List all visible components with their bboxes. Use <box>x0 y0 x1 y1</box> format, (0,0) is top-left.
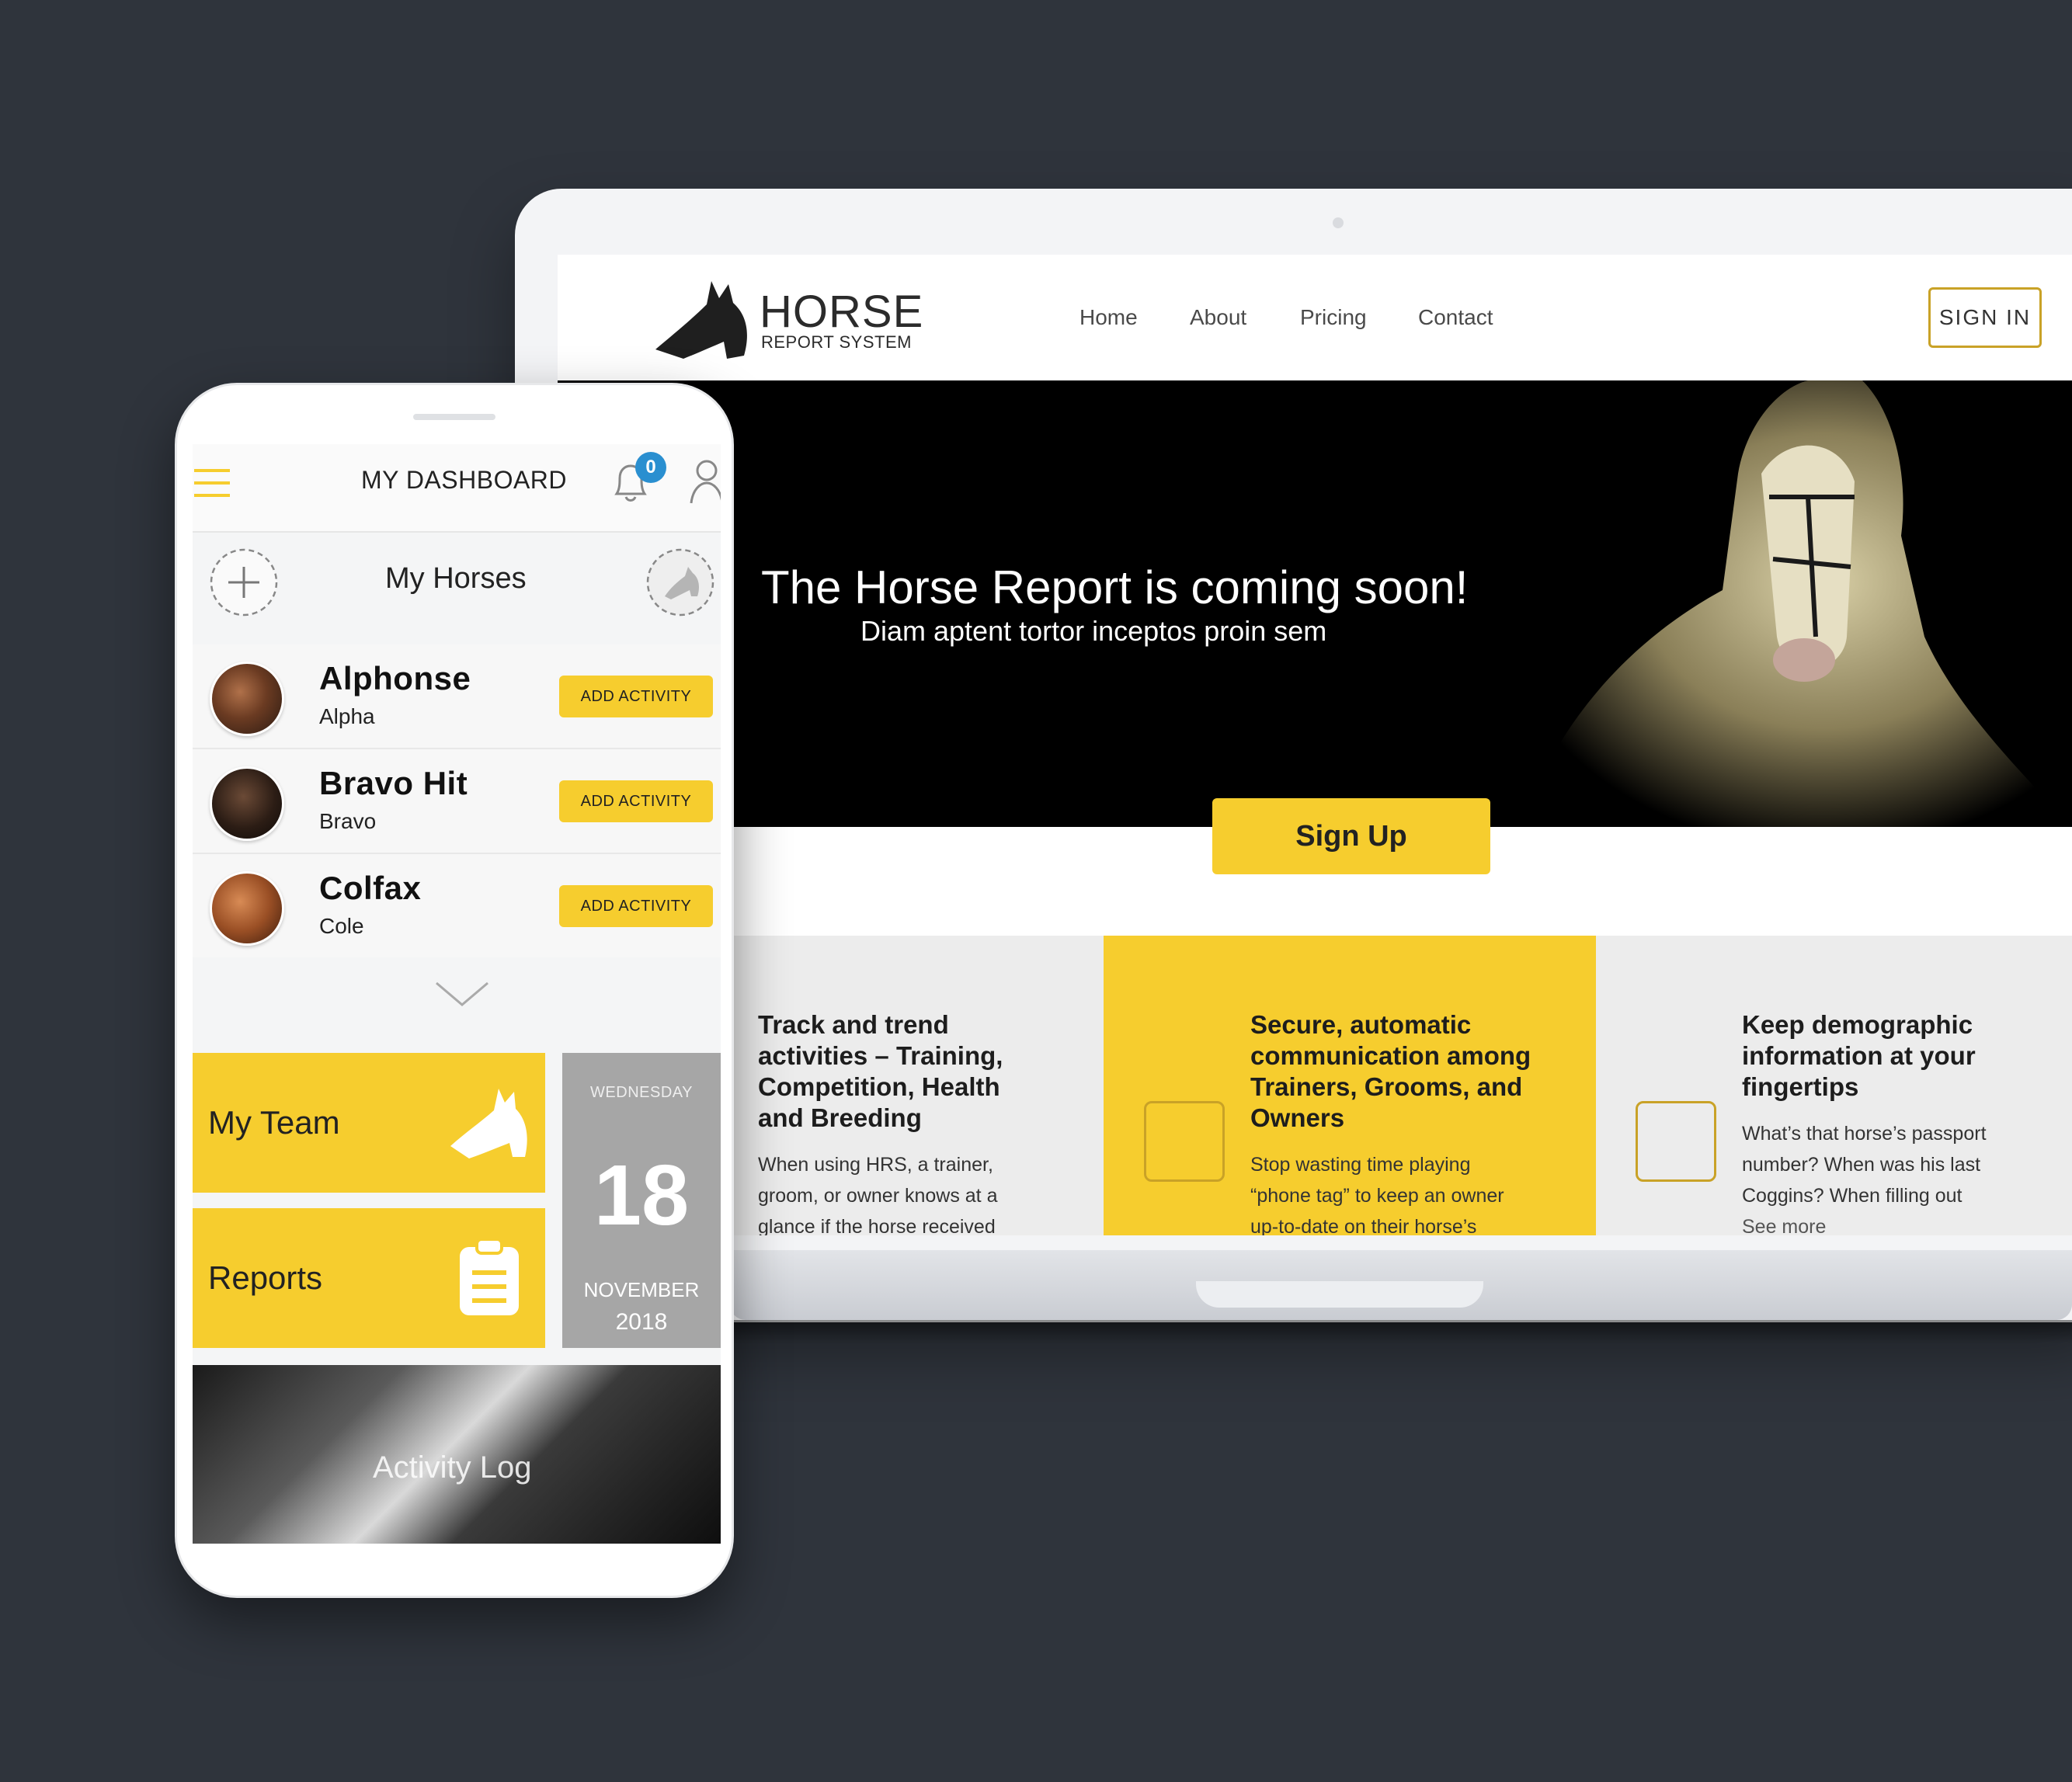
horse-avatar <box>210 871 284 946</box>
laptop-notch <box>1196 1281 1483 1308</box>
clipboard-icon <box>460 1238 519 1315</box>
horse-name: Bravo Hit <box>319 765 468 801</box>
horse-filter-icon[interactable] <box>645 547 716 618</box>
date-month: NOVEMBER <box>583 1278 700 1301</box>
horse-name: Alphonse <box>319 660 471 696</box>
activity-log-label: Activity Log <box>373 1450 532 1485</box>
date-weekday: WEDNESDAY <box>590 1084 693 1101</box>
sign-up-button[interactable]: Sign Up <box>1212 798 1490 874</box>
site-header: HORSE REPORT SYSTEM Home About Pricing C… <box>558 255 2072 380</box>
phone-speaker <box>413 414 495 420</box>
hero-banner: The Horse Report is coming soon! Diam ap… <box>558 380 2072 827</box>
horse-row-colfax[interactable]: Colfax Cole ADD ACTIVITY <box>193 854 721 957</box>
add-activity-button[interactable]: ADD ACTIVITY <box>559 676 713 717</box>
my-horses-title: My Horses <box>385 562 527 595</box>
date-day: 18 <box>593 1148 690 1243</box>
feature-1-title: Track and trend activities – Training, C… <box>758 1010 1003 1132</box>
reports-label: Reports <box>208 1259 323 1296</box>
horse-nickname: Bravo <box>319 809 377 833</box>
laptop-shadow <box>730 1320 2072 1343</box>
dashboard-header: MY DASHBOARD 0 <box>193 444 721 533</box>
features-section: Track and trend activities – Training, C… <box>558 936 2072 1235</box>
hero-subtitle: Diam aptent tortor inceptos proin sem <box>860 615 1327 647</box>
horse-row-alphonse[interactable]: Alphonse Alpha ADD ACTIVITY <box>193 644 721 750</box>
horse-nickname: Cole <box>319 914 364 938</box>
add-activity-button[interactable]: ADD ACTIVITY <box>559 885 713 927</box>
see-more-link[interactable]: See more <box>1742 1211 1987 1235</box>
hero-title: The Horse Report is coming soon! <box>761 561 1469 613</box>
add-activity-button[interactable]: ADD ACTIVITY <box>559 780 713 822</box>
feature-2-title: Secure, automatic communication among Tr… <box>1250 1010 1531 1132</box>
my-team-label: My Team <box>208 1104 340 1141</box>
logo-subtitle: REPORT SYSTEM <box>761 332 912 352</box>
reports-tile[interactable]: Reports <box>193 1208 545 1348</box>
feature-3-body: What’s that horse’s passport number? Whe… <box>1742 1118 1987 1235</box>
logo-word: HORSE <box>760 287 924 337</box>
feature-3-icon-box <box>1636 1101 1716 1182</box>
horse-name: Colfax <box>319 870 422 906</box>
activity-log-tile[interactable]: Activity Log <box>193 1365 721 1544</box>
sign-in-button[interactable]: SIGN IN <box>1928 287 2042 348</box>
website-screen: HORSE REPORT SYSTEM Home About Pricing C… <box>558 255 2072 1235</box>
nav-about[interactable]: About <box>1190 305 1246 330</box>
feature-2-icon-box <box>1144 1101 1225 1182</box>
chevron-down-icon[interactable] <box>433 978 491 1009</box>
hamburger-icon[interactable] <box>194 467 231 498</box>
notification-badge: 0 <box>635 452 666 483</box>
horse-avatar <box>210 766 284 841</box>
feature-3-title: Keep demographic information at your fin… <box>1742 1010 1976 1101</box>
date-year: 2018 <box>615 1309 668 1335</box>
date-tile: WEDNESDAY 18 NOVEMBER 2018 <box>562 1053 721 1348</box>
horse-head-icon <box>450 1089 527 1158</box>
feature-1-body: When using HRS, a trainer, groom, or own… <box>758 1154 998 1235</box>
app-screen: MY DASHBOARD 0 My Horses Alphonse Alpha … <box>193 444 721 1544</box>
feature-2-body: Stop wasting time playing “phone tag” to… <box>1250 1154 1504 1235</box>
laptop-camera <box>1333 217 1344 228</box>
nav-pricing[interactable]: Pricing <box>1300 305 1367 330</box>
horse-nickname: Alpha <box>319 704 375 728</box>
hero-horse-image <box>1490 380 2072 827</box>
horse-row-bravo-hit[interactable]: Bravo Hit Bravo ADD ACTIVITY <box>193 749 721 855</box>
dashboard-title: MY DASHBOARD <box>361 466 568 494</box>
user-icon[interactable] <box>688 457 721 506</box>
horse-avatar <box>210 662 284 736</box>
plus-icon[interactable] <box>208 547 280 618</box>
my-team-tile[interactable]: My Team <box>193 1053 545 1193</box>
horse-head-logo-icon <box>655 281 747 359</box>
nav-home[interactable]: Home <box>1079 305 1138 330</box>
nav-contact[interactable]: Contact <box>1418 305 1493 330</box>
